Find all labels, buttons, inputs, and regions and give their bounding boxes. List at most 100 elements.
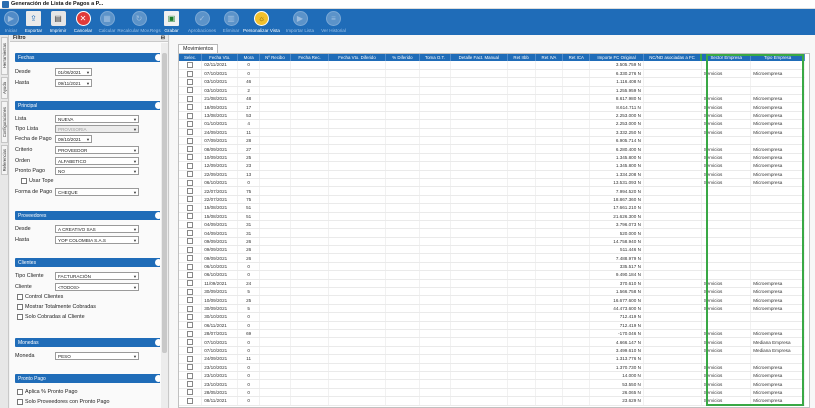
- table-row[interactable]: 09/09/2021 26 7.488.979 N: [179, 253, 805, 263]
- lista-select[interactable]: NUEVA ▼: [55, 115, 139, 123]
- column-header[interactable]: Ret ICA: [562, 54, 591, 61]
- column-header[interactable]: Mora: [237, 54, 260, 61]
- pin-icon[interactable]: ⊟: [161, 35, 165, 41]
- section-header[interactable]: Principal: [15, 101, 160, 110]
- usar-tope-checkbox[interactable]: Usar Tope: [21, 178, 53, 184]
- chevron-down-icon[interactable]: ▼: [86, 137, 90, 142]
- row-checkbox[interactable]: [187, 112, 194, 119]
- select-cell[interactable]: [179, 178, 203, 188]
- row-checkbox[interactable]: [187, 238, 194, 245]
- table-row[interactable]: 28/05/2021 0 26.065 N Servicios Microempresa: [179, 388, 805, 398]
- row-checkbox[interactable]: [187, 381, 194, 388]
- section-header[interactable]: Fechas: [15, 53, 160, 62]
- row-checkbox[interactable]: [187, 263, 194, 270]
- select-cell[interactable]: [179, 86, 203, 96]
- select-cell[interactable]: [179, 346, 203, 356]
- proveedor-hasta-select[interactable]: YOP COLOMBIA S.A.S ▼: [55, 236, 139, 244]
- ver-historial-button[interactable]: ≡ Ver Historial: [319, 9, 348, 35]
- recalcular-mov-regs-button[interactable]: ↻ Recalcular Mov.Regs: [117, 9, 161, 35]
- chevron-down-icon[interactable]: ▼: [133, 190, 137, 195]
- table-row[interactable]: 12/09/2021 23 1.345.800 N Servicios Microemp…: [179, 161, 805, 171]
- column-header[interactable]: Importe FC Original: [589, 54, 644, 61]
- select-cell[interactable]: [179, 203, 203, 213]
- forma-pago-select[interactable]: CHEQUE ▼: [55, 188, 139, 196]
- table-row[interactable]: 07/10/2021 0 3.499.610 N Servicios Mediana E…: [179, 346, 805, 356]
- row-checkbox[interactable]: [187, 230, 194, 236]
- row-checkbox[interactable]: [187, 196, 194, 203]
- column-header[interactable]: Fecha Rec.: [290, 54, 330, 61]
- table-row[interactable]: 04/09/2021 31 520.000 N: [179, 228, 805, 238]
- table-row[interactable]: 28/07/2021 69 -170.046 N Servicios Microempr…: [179, 329, 805, 339]
- filter-scrollbar[interactable]: [161, 43, 168, 408]
- chevron-down-icon[interactable]: ▼: [133, 274, 137, 279]
- select-cell[interactable]: [179, 287, 203, 297]
- table-row[interactable]: 24/09/2021 11 1.313.776 N: [179, 354, 805, 364]
- row-checkbox[interactable]: [187, 78, 194, 85]
- chevron-down-icon[interactable]: ▼: [133, 285, 137, 290]
- fechas-hasta-input[interactable]: 09/11/2021 ▼: [55, 79, 92, 87]
- column-header[interactable]: Fecha Vto.: [201, 54, 239, 61]
- table-row[interactable]: 06/10/2021 0 13.531.093 N Servicios Microemp…: [179, 178, 805, 188]
- table-row[interactable]: 24/09/2021 11 3.332.250 N Servicios Microemp…: [179, 128, 805, 138]
- table-row[interactable]: 22/09/2021 13 1.334.208 N Servicios Microemp…: [179, 170, 805, 179]
- row-checkbox[interactable]: [187, 355, 194, 362]
- table-row[interactable]: 09/09/2021 26 511.446 N: [179, 245, 805, 255]
- solo-cobradas-checkbox[interactable]: Solo Cobradas al Cliente: [17, 314, 85, 320]
- row-checkbox[interactable]: [187, 271, 194, 278]
- exportar-button[interactable]: ⇪ Exportar: [22, 9, 45, 35]
- checkbox-box[interactable]: [17, 389, 23, 395]
- select-cell[interactable]: [179, 245, 203, 255]
- row-checkbox[interactable]: [187, 213, 194, 220]
- table-row[interactable]: 06/10/2021 0 9.490.184 N: [179, 270, 805, 280]
- collapse-icon[interactable]: [155, 212, 160, 219]
- select-cell[interactable]: [179, 396, 203, 406]
- row-checkbox[interactable]: [187, 120, 194, 127]
- section-header[interactable]: Clientes: [15, 258, 160, 267]
- checkbox-box[interactable]: [17, 314, 23, 320]
- chevron-down-icon[interactable]: ▼: [133, 238, 137, 243]
- row-checkbox[interactable]: [187, 246, 194, 253]
- select-cell[interactable]: [179, 295, 203, 305]
- row-checkbox[interactable]: [187, 372, 194, 379]
- table-row[interactable]: 30/09/2021 5 1.566.758 N Servicios Microempr…: [179, 287, 805, 297]
- row-checkbox[interactable]: [187, 188, 194, 195]
- row-checkbox[interactable]: [187, 339, 194, 346]
- fecha-pago-input[interactable]: 09/10/2021 ▼: [55, 135, 92, 143]
- row-checkbox[interactable]: [187, 137, 194, 144]
- column-header[interactable]: Sector Empresa: [700, 54, 752, 61]
- table-row[interactable]: 07/09/2021 28 6.905.714 N: [179, 136, 805, 146]
- table-row[interactable]: 30/10/2021 0 712.419 N: [179, 312, 805, 322]
- importar-lista-button[interactable]: ▶ Importar Lista: [281, 9, 319, 35]
- personalizar-vista-button[interactable]: ☼ Personalizar Vista: [242, 9, 281, 35]
- chevron-down-icon[interactable]: ▼: [133, 148, 137, 153]
- table-row[interactable]: 22/07/2021 75 7.994.520 N: [179, 186, 805, 196]
- row-checkbox[interactable]: [187, 330, 194, 337]
- row-checkbox[interactable]: [187, 95, 194, 102]
- select-cell[interactable]: [179, 279, 203, 289]
- collapse-icon[interactable]: [155, 339, 160, 346]
- solo-pronto-pago-checkbox[interactable]: Solo Proveedores con Pronto Pago: [17, 399, 110, 405]
- row-checkbox[interactable]: [187, 305, 194, 312]
- chevron-down-icon[interactable]: ▼: [86, 81, 90, 86]
- select-cell[interactable]: [179, 77, 203, 87]
- select-cell[interactable]: [179, 94, 203, 104]
- tipo-cliente-select[interactable]: FACTURACIÓN ▼: [55, 272, 139, 280]
- row-checkbox[interactable]: [187, 364, 194, 371]
- row-checkbox[interactable]: [187, 61, 194, 68]
- row-checkbox[interactable]: [187, 221, 194, 228]
- cliente-select[interactable]: <TODOS> ▼: [55, 283, 139, 291]
- side-tab-configuraciones[interactable]: Configuraciones: [1, 101, 8, 143]
- table-row[interactable]: 30/09/2021 5 44.473.600 N Servicios Microemp…: [179, 304, 805, 314]
- collapse-icon[interactable]: [155, 375, 160, 382]
- fechas-desde-input[interactable]: 01/06/2021 ▼: [55, 68, 92, 76]
- select-cell[interactable]: [179, 304, 203, 314]
- cancelar-button[interactable]: ✕ Cancelar: [71, 9, 95, 35]
- select-cell[interactable]: [179, 136, 203, 146]
- table-row[interactable]: 10/09/2021 25 16.677.600 N Servicios Microem…: [179, 295, 805, 305]
- select-cell[interactable]: [179, 321, 203, 331]
- section-header[interactable]: Monedas: [15, 338, 160, 347]
- table-row[interactable]: 03/10/2021 46 1.116.408 N: [179, 77, 805, 87]
- select-cell[interactable]: [179, 111, 203, 121]
- select-cell[interactable]: [179, 161, 203, 171]
- iniciar-button[interactable]: ▶ Iniciar: [0, 9, 22, 35]
